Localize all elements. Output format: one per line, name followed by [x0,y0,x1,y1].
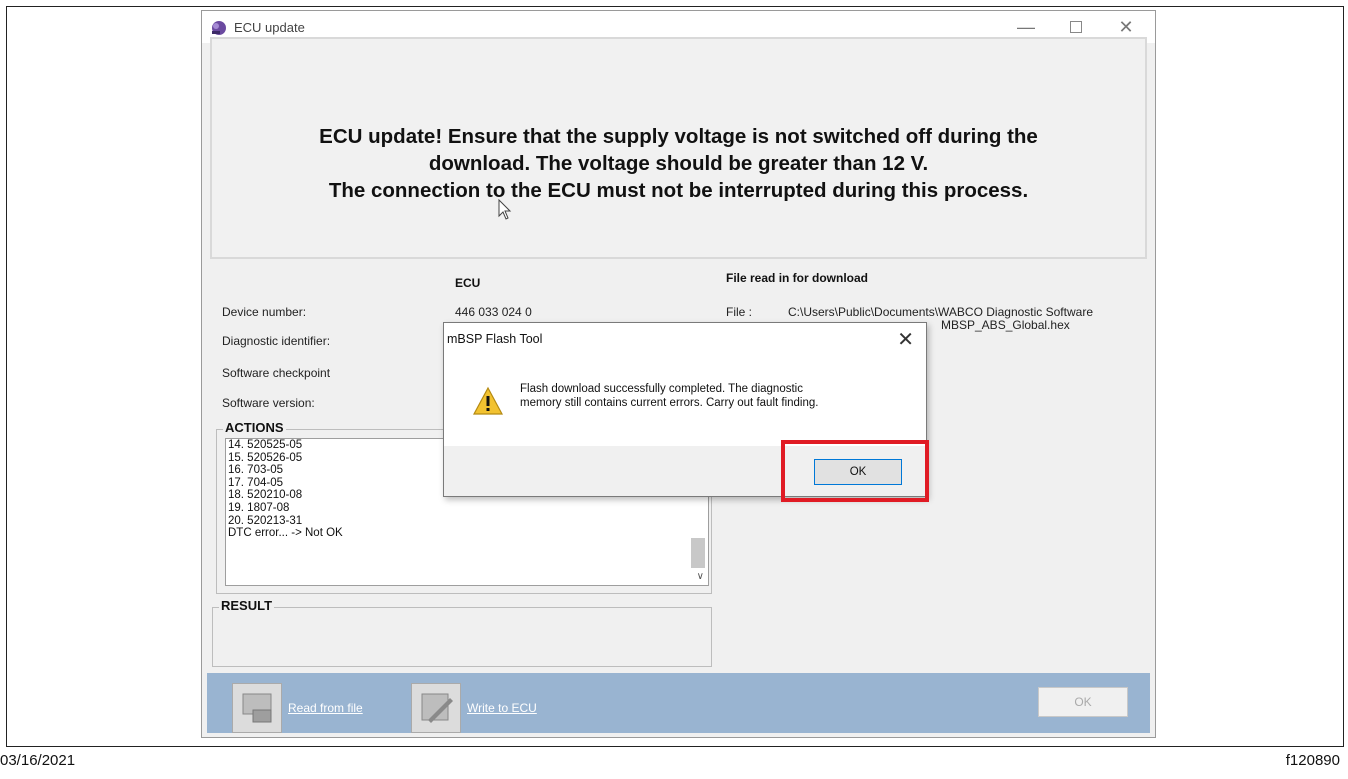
figure-id: f120890 [1285,752,1340,769]
warning-text: ECU update! Ensure that the supply volta… [212,123,1145,204]
close-icon: ✕ [1118,16,1134,37]
device-number-label: Device number: [222,305,307,319]
result-title: RESULT [219,598,275,613]
ecu-column-header: ECU [455,276,481,290]
write-ecu-icon [411,683,461,733]
dialog-message-line-2: memory still contains current errors. Ca… [520,397,819,409]
warning-line-1: ECU update! Ensure that the supply volta… [319,125,1038,148]
dialog-title: mBSP Flash Tool [447,332,543,346]
write-to-ecu-label: Write to ECU [467,701,537,715]
scrollbar-thumb[interactable] [691,538,705,568]
actions-title: ACTIONS [223,420,286,435]
file-path-line-2: MBSP_ABS_Global.hex [941,318,1070,332]
list-item: 19. 1807-08 [228,501,290,514]
mouse-cursor-icon [498,199,512,220]
list-item: 20. 520213-31 [228,514,303,527]
list-item: DTC error... -> Not OK [228,527,343,540]
read-from-file-label: Read from file [288,701,363,715]
dialog-message-line-1: Flash download successfully completed. T… [520,383,803,395]
footer-date: 03/16/2021 [0,752,76,769]
file-label: File : [726,305,753,319]
result-group: RESULT [212,598,712,667]
highlight-box [781,440,929,502]
scroll-down-icon[interactable]: ∨ [697,571,704,582]
read-file-icon [232,683,282,733]
minimize-icon: — [1017,16,1035,37]
file-column-header: File read in for download [726,271,869,285]
warning-line-3: The connection to the ECU must not be in… [328,179,1029,202]
ok-button-disabled[interactable]: OK [1038,687,1128,717]
warning-line-2: download. The voltage should be greater … [428,152,929,175]
read-from-file-button[interactable]: Read from file [232,683,363,733]
window-title: ECU update [234,20,305,35]
maximize-icon [1070,21,1082,33]
dialog-close-icon[interactable]: ✕ [897,327,914,352]
diagnostic-identifier-label: Diagnostic identifier: [222,334,331,348]
software-checkpoint-label: Software checkpoint [222,366,331,380]
bottom-toolbar: Read from file Write to ECU OK [207,673,1150,733]
device-number-value: 446 033 024 0 [455,305,532,319]
file-path-line-1: C:\Users\Public\Documents\WABCO Diagnost… [788,305,1093,319]
warning-panel: ECU update! Ensure that the supply volta… [210,37,1147,259]
software-version-label: Software version: [222,396,315,410]
write-to-ecu-button[interactable]: Write to ECU [411,683,537,733]
warning-icon [472,386,504,415]
dialog-message: Flash download successfully completed. T… [520,382,818,410]
app-icon [212,21,226,35]
